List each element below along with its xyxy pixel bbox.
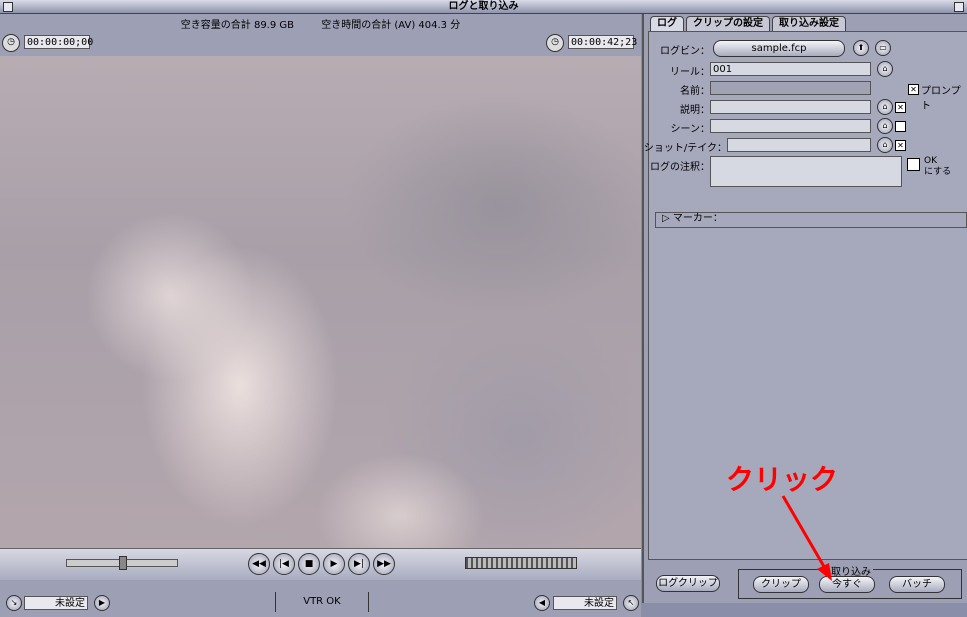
shot-take-field[interactable] <box>727 138 871 152</box>
current-timecode[interactable]: 00:00:42;23 <box>568 35 637 49</box>
tab-clip-settings[interactable]: クリップの設定 <box>686 16 770 31</box>
step-forward-button[interactable]: ▶| <box>348 553 370 575</box>
logbin-button[interactable]: sample.fcp <box>713 40 845 57</box>
free-time-text: 空き時間の合計 (AV) 404.3 分 <box>321 20 461 31</box>
window-titlebar: ログと取り込み <box>0 0 967 14</box>
prompt-label: プロンプト <box>921 86 961 112</box>
reel-label: リール： <box>670 67 710 78</box>
disk-info: 空き容量の合計 89.9 GB 空き時間の合計 (AV) 404.3 分 <box>0 16 641 31</box>
name-field[interactable] <box>710 81 871 95</box>
tab-log[interactable]: ログ <box>650 16 684 31</box>
shot-take-label: ショット/テイク： <box>643 143 727 154</box>
reel-slate-icon[interactable]: ⌂ <box>877 61 893 77</box>
prompt-checkbox[interactable]: ✕ <box>908 84 919 95</box>
zoom-box[interactable] <box>954 2 964 12</box>
ok-label-line2: にする <box>924 167 952 177</box>
in-point-field[interactable]: 未設定 <box>24 596 88 610</box>
scene-checkbox[interactable] <box>895 121 906 132</box>
log-clip-button[interactable]: ログクリップ <box>656 575 720 592</box>
window-title: ログと取り込み <box>448 1 519 12</box>
rewind-button[interactable]: ◀◀ <box>248 553 270 575</box>
marker-label: マーカー： <box>672 213 723 224</box>
capture-bar: ログクリップ 取り込み クリップ 今すぐ バッチ <box>644 559 967 603</box>
play-button[interactable]: ▶ <box>323 553 345 575</box>
viewer-area: 空き容量の合計 89.9 GB 空き時間の合計 (AV) 404.3 分 ◷ 0… <box>0 14 641 617</box>
log-panel: ログ クリップの設定 取り込み設定 ログビン： sample.fcp ⬆ ▭ リ… <box>642 14 967 603</box>
mark-in-button[interactable]: ↘ <box>6 595 22 611</box>
tab-capture-settings[interactable]: 取り込み設定 <box>772 16 846 31</box>
logbin-up-icon[interactable]: ⬆ <box>853 40 869 56</box>
vtr-status: VTR OK <box>275 592 369 612</box>
transport-controls: ◀◀ |◀ ■ ▶ ▶| ▶▶ <box>0 548 641 581</box>
capture-group: 取り込み クリップ 今すぐ バッチ <box>738 563 962 599</box>
name-label: 名前： <box>680 86 710 97</box>
scene-field[interactable] <box>710 119 871 133</box>
fast-forward-button[interactable]: ▶▶ <box>373 553 395 575</box>
ok-label: OK にする <box>924 156 951 178</box>
description-field[interactable] <box>710 100 871 114</box>
shuttle-slider[interactable] <box>66 556 178 570</box>
duration-timecode[interactable]: 00:00:00;00 <box>24 35 93 49</box>
scene-slate-icon[interactable]: ⌂ <box>877 118 893 134</box>
scene-label: シーン： <box>670 124 711 135</box>
duration-clock-icon: ◷ <box>2 34 20 52</box>
close-box[interactable] <box>3 2 13 12</box>
goto-in-button[interactable]: ▶ <box>94 595 110 611</box>
mark-out-button[interactable]: ↖ <box>623 595 639 611</box>
ok-checkbox[interactable] <box>907 158 920 171</box>
shuttle-knob[interactable] <box>119 556 127 570</box>
batch-capture-button[interactable]: バッチ <box>889 576 945 593</box>
log-note-label: ログの注釈： <box>650 162 710 173</box>
shot-take-checkbox[interactable]: ✕ <box>895 140 906 151</box>
free-space-text: 空き容量の合計 89.9 GB <box>180 20 295 31</box>
logbin-label: ログビン： <box>660 46 710 57</box>
video-preview <box>0 56 641 548</box>
current-clock-icon: ◷ <box>546 34 564 52</box>
out-point-field[interactable]: 未設定 <box>553 596 617 610</box>
stop-button[interactable]: ■ <box>298 553 320 575</box>
capture-now-button[interactable]: 今すぐ <box>819 576 875 593</box>
reel-field[interactable]: 001 <box>710 62 871 76</box>
click-annotation-text: クリック <box>726 463 839 496</box>
step-back-button[interactable]: |◀ <box>273 553 295 575</box>
description-label: 説明： <box>680 105 710 116</box>
jog-control[interactable] <box>465 557 577 569</box>
description-slate-icon[interactable]: ⌂ <box>877 99 893 115</box>
description-checkbox[interactable]: ✕ <box>895 102 906 113</box>
capture-clip-button[interactable]: クリップ <box>753 576 809 593</box>
marker-disclosure[interactable]: ▷ マーカー： <box>655 212 967 228</box>
log-note-field[interactable] <box>710 156 902 187</box>
mark-bar: ↘ 未設定 ▶ VTR OK ◀ 未設定 ↖ <box>0 580 641 617</box>
goto-out-button[interactable]: ◀ <box>534 595 550 611</box>
ok-label-line1: OK <box>924 156 937 166</box>
shot-take-slate-icon[interactable]: ⌂ <box>877 137 893 153</box>
tab-bar: ログ クリップの設定 取り込み設定 <box>650 16 848 32</box>
new-bin-icon[interactable]: ▭ <box>875 40 891 56</box>
